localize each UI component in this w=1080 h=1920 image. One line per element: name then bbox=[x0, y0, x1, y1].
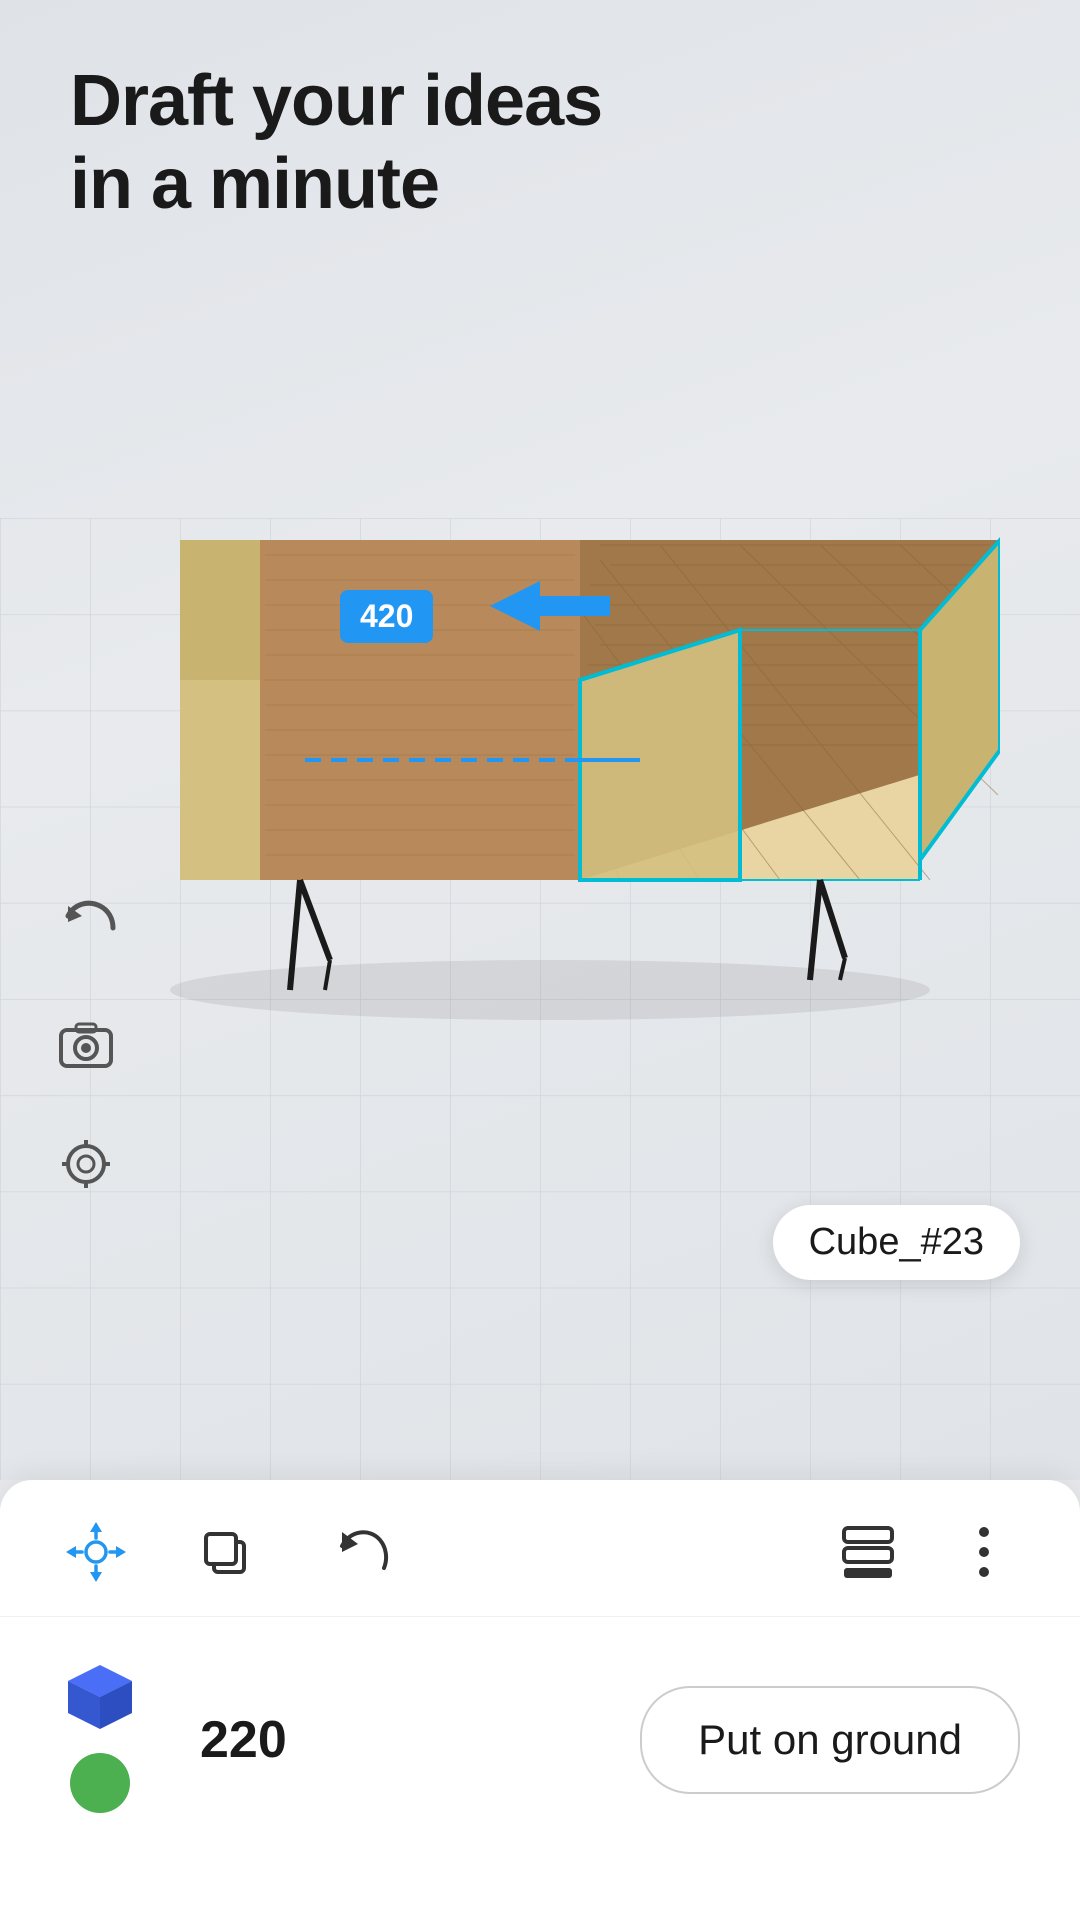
toolbar-row bbox=[0, 1480, 1080, 1617]
left-toolbar bbox=[50, 888, 122, 1200]
duplicate-tool-button[interactable] bbox=[192, 1516, 264, 1588]
furniture-model bbox=[100, 320, 1000, 1020]
more-options-button[interactable] bbox=[948, 1516, 1020, 1588]
move-tool-button[interactable] bbox=[60, 1516, 132, 1588]
put-on-ground-button[interactable]: Put on ground bbox=[640, 1686, 1020, 1794]
target-button[interactable] bbox=[50, 1128, 122, 1200]
toolbar-right bbox=[832, 1516, 1020, 1588]
camera-button[interactable] bbox=[50, 1008, 122, 1080]
undo-viewport-button[interactable] bbox=[50, 888, 122, 960]
paint-tool-button[interactable] bbox=[832, 1516, 904, 1588]
measurement-badge: 420 bbox=[340, 590, 433, 643]
object-icon-wrap[interactable] bbox=[60, 1657, 140, 1823]
action-row: 220 Put on ground bbox=[0, 1617, 1080, 1853]
3d-viewport[interactable]: Draft your ideas in a minute bbox=[0, 0, 1080, 1480]
undo-tool-button[interactable] bbox=[324, 1516, 396, 1588]
object-label[interactable]: Cube_#23 bbox=[773, 1205, 1020, 1280]
bottom-panel: 220 Put on ground bbox=[0, 1480, 1080, 1920]
page-title: Draft your ideas in a minute bbox=[70, 60, 602, 226]
title-area: Draft your ideas in a minute bbox=[70, 60, 602, 226]
blue-arrow bbox=[490, 576, 610, 641]
height-value: 220 bbox=[180, 1710, 600, 1770]
toolbar-left bbox=[60, 1516, 396, 1588]
